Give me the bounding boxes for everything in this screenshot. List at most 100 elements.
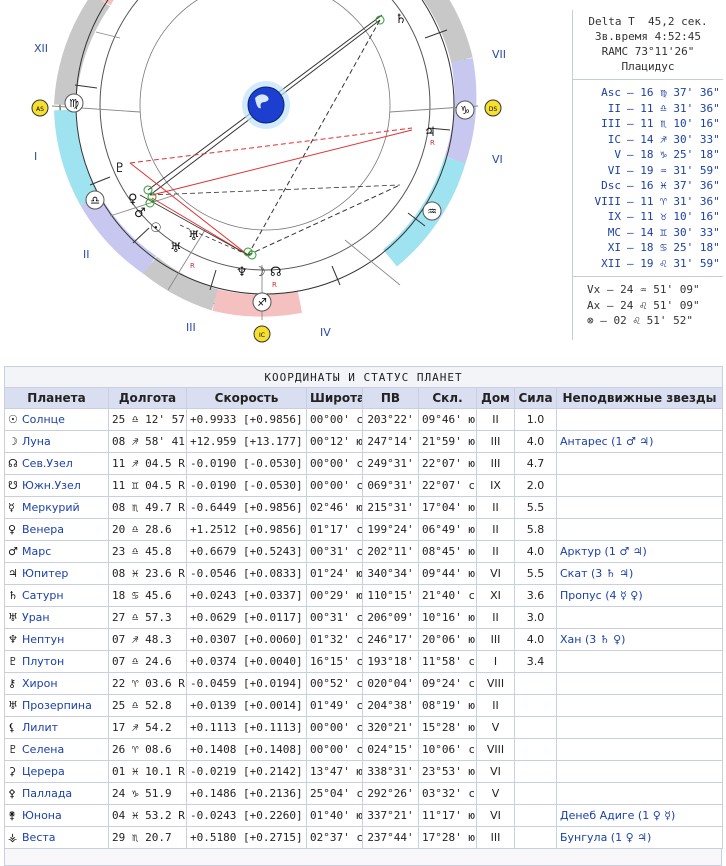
cell-name[interactable]: ♃ Юпитер	[4, 562, 109, 585]
cell-name[interactable]: ♅ Уран	[4, 606, 109, 629]
cell-dec: 08°19' ю	[418, 694, 477, 717]
extra-points: Vx – 24 ♒ 51' 09" Ax – 24 ♌ 51' 09" ⊗ – 02…	[573, 282, 723, 329]
planet-name-link[interactable]: Лилит	[22, 721, 58, 734]
cell-name[interactable]: ⚴ Паллада	[4, 782, 109, 805]
cusp-row: III – 11 ♏ 10' 16"	[573, 116, 723, 132]
cell-name[interactable]: ♆ Нептун	[4, 628, 109, 651]
planet-table-container: КООРДИНАТЫ И СТАТУС ПЛАНЕТ Планета Долго…	[3, 366, 724, 849]
cell-stars[interactable]	[555, 606, 724, 629]
table-row: ♇ Селена 26 ♈ 08.6 +0.1408 [+0.1408] 00°00' …	[4, 738, 724, 761]
cell-name[interactable]: ☋ Южн.Узел	[4, 474, 109, 497]
cell-house: VI	[476, 804, 515, 827]
planet-name-link[interactable]: Нептун	[22, 633, 64, 646]
planet-symbol-icon: ⚵	[8, 809, 17, 822]
cell-name[interactable]: ⚳ Церера	[4, 760, 109, 783]
planet-name-link[interactable]: Паллада	[22, 787, 72, 800]
cell-name[interactable]: ☊ Сев.Узел	[4, 452, 109, 475]
cell-stars[interactable]	[555, 650, 724, 673]
cell-speed: +0.0374 [+0.0040]	[186, 650, 307, 673]
planet-name-link[interactable]: Уран	[22, 611, 50, 624]
planet-name-link[interactable]: Юнона	[22, 809, 62, 822]
planet-name-link[interactable]: Венера	[22, 523, 64, 536]
planet-name-link[interactable]: Сев.Узел	[22, 457, 73, 470]
cell-lat: 00°31' с	[306, 540, 363, 563]
cell-power: 3.4	[514, 650, 557, 673]
cell-lat: 00°31' с	[306, 606, 363, 629]
cell-stars[interactable]: Антарес (1 ♂ ♃)	[555, 430, 724, 453]
planet-name-link[interactable]: Сатурн	[22, 589, 64, 602]
cell-name[interactable]: ♂ Марс	[4, 540, 109, 563]
cell-name[interactable]: ⚵ Юнона	[4, 804, 109, 827]
cell-stars[interactable]	[555, 672, 724, 695]
cell-speed: +0.1113 [+0.1113]	[186, 716, 307, 739]
planet-symbol-icon: ⚸	[8, 721, 17, 734]
table-row: ☽ Луна 08 ♐ 58' 41" +12.959 [+13.177] 00°12'…	[4, 430, 724, 453]
cell-dec: 09°46' ю	[418, 408, 477, 431]
cell-stars[interactable]	[555, 694, 724, 717]
cusp-value: – 18 ♋ 25' 18"	[627, 241, 720, 254]
cell-power: 4.0	[514, 430, 557, 453]
cell-power: 1.0	[514, 408, 557, 431]
cell-stars[interactable]: Пропус (4 ☿ ♀)	[555, 584, 724, 607]
cell-name[interactable]: ♀ Венера	[4, 518, 109, 541]
cusp-value: – 11 ♏ 10' 16"	[627, 117, 720, 130]
cell-stars[interactable]: Бунгула (1 ♀ ♃)	[555, 826, 724, 849]
cell-stars[interactable]: Арктур (1 ♂ ♃)	[555, 540, 724, 563]
table-row: ☋ Южн.Узел 11 ♊ 04.5 R -0.0190 [-0.0530] 00°…	[4, 474, 724, 497]
table-row: ♇ Плутон 07 ♎ 24.6 +0.0374 [+0.0040] 16°15' …	[4, 650, 724, 673]
cell-lat: 02°46' ю	[306, 496, 363, 519]
cell-stars[interactable]: Денеб Адиге (1 ♀ ☿)	[555, 804, 724, 827]
chart-wheel: XII I II III IV VII VI AS DS IC ♍ ♎ ♐ ♒ …	[31, 0, 506, 343]
cell-stars[interactable]	[555, 782, 724, 805]
cell-stars[interactable]	[555, 738, 724, 761]
cell-house: V	[476, 716, 515, 739]
cell-ra: 020°04'	[362, 672, 419, 695]
planet-name-link[interactable]: Церера	[22, 765, 65, 778]
cell-stars[interactable]	[555, 518, 724, 541]
col-header-latitude: Широта	[306, 387, 363, 409]
cell-power	[514, 782, 557, 805]
cell-house: II	[476, 518, 515, 541]
planet-symbol-icon: ☿	[8, 501, 15, 514]
cell-lat: 00°00' с	[306, 738, 363, 761]
cell-name[interactable]: ♅ Прозерпина	[4, 694, 109, 717]
planet-name-link[interactable]: Плутон	[22, 655, 64, 668]
cell-speed: +0.5180 [+0.2715]	[186, 826, 307, 849]
sign-aquarius: ♒	[427, 205, 437, 218]
planet-name-link[interactable]: Селена	[22, 743, 64, 756]
cell-stars[interactable]: Скат (3 ♄ ♃)	[555, 562, 724, 585]
cell-name[interactable]: ⚶ Веста	[4, 826, 109, 849]
cell-stars[interactable]	[555, 474, 724, 497]
cell-name[interactable]: ☿ Меркурий	[4, 496, 109, 519]
cell-stars[interactable]	[555, 716, 724, 739]
planet-name-link[interactable]: Южн.Узел	[22, 479, 81, 492]
planet-name-link[interactable]: Прозерпина	[22, 699, 92, 712]
planet-name-link[interactable]: Веста	[22, 831, 56, 844]
cell-lon: 07 ♐ 48.3	[108, 628, 187, 651]
cell-name[interactable]: ☽ Луна	[4, 430, 109, 453]
cell-power	[514, 804, 557, 827]
cell-ra: 203°22'	[362, 408, 419, 431]
planet-name-link[interactable]: Юпитер	[22, 567, 68, 580]
col-header-ra: ПВ	[362, 387, 419, 409]
cell-stars[interactable]	[555, 408, 724, 431]
extra-point: Vx – 24 ♒ 51' 09"	[587, 283, 700, 296]
cell-power	[514, 672, 557, 695]
cell-name[interactable]: ⚷ Хирон	[4, 672, 109, 695]
cusp-value: – 19 ♌ 31' 59"	[627, 256, 720, 270]
neptune-glyph: ♆	[236, 265, 248, 280]
cell-name[interactable]: ☉ Солнце	[4, 408, 109, 431]
cell-name[interactable]: ♄ Сатурн	[4, 584, 109, 607]
cell-name[interactable]: ♇ Плутон	[4, 650, 109, 673]
planet-name-link[interactable]: Марс	[22, 545, 51, 558]
planet-name-link[interactable]: Луна	[22, 435, 51, 448]
cell-stars[interactable]: Хан (3 ♄ ♀)	[555, 628, 724, 651]
cell-name[interactable]: ⚸ Лилит	[4, 716, 109, 739]
planet-name-link[interactable]: Меркурий	[22, 501, 80, 514]
cell-stars[interactable]	[555, 496, 724, 519]
cell-name[interactable]: ♇ Селена	[4, 738, 109, 761]
planet-name-link[interactable]: Солнце	[22, 413, 65, 426]
cell-stars[interactable]	[555, 452, 724, 475]
planet-name-link[interactable]: Хирон	[22, 677, 58, 690]
cell-stars[interactable]	[555, 760, 724, 783]
